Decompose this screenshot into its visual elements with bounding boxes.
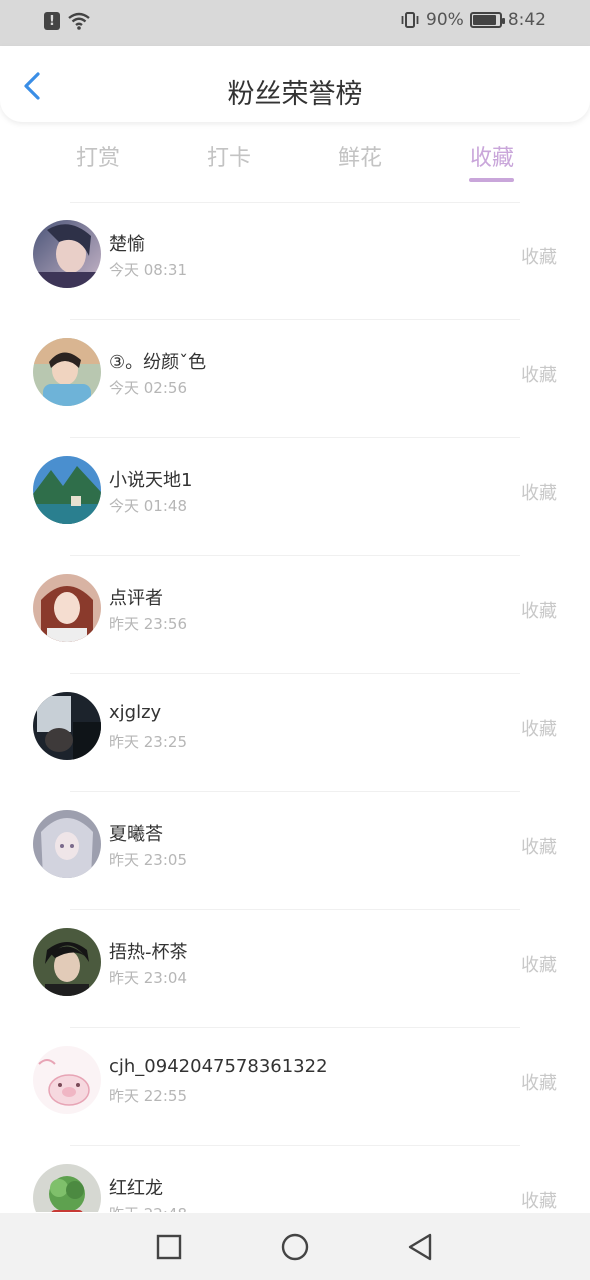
avatar [33,692,101,760]
avatar [33,456,101,524]
fan-name: 点评者 [109,588,163,609]
avatar-image [33,220,101,288]
avatar [33,574,101,642]
battery-level [472,15,497,25]
avatar [33,1046,101,1114]
home-button[interactable] [281,1233,309,1261]
fan-time: 昨天 22:48 [109,1203,187,1212]
fan-time: 今天 02:56 [109,379,187,397]
fan-action-label: 收藏 [521,1191,557,1212]
fan-time: 昨天 23:25 [109,733,187,751]
avatar [33,220,101,288]
list-item[interactable]: cjh_0942047578361322 昨天 22:55 收藏 [0,1028,590,1146]
avatar-image [33,338,101,406]
avatar-image [33,692,101,760]
fan-action-label: 收藏 [521,1073,557,1094]
fan-action-label: 收藏 [521,955,557,976]
list-item[interactable]: 夏曦荅 昨天 23:05 收藏 [0,792,590,910]
battery-percent: 90% [426,10,464,30]
list-item[interactable]: 楚愉 今天 08:31 收藏 [0,202,590,320]
fan-time: 昨天 22:55 [109,1087,187,1105]
triangle-back-icon [408,1233,432,1261]
status-left: ! [44,12,90,30]
fan-time: 昨天 23:56 [109,615,187,633]
fan-name: 夏曦荅 [109,824,163,845]
wifi-icon [68,12,90,30]
fan-time: 今天 08:31 [109,261,187,279]
avatar-image [33,1164,101,1212]
recents-button[interactable] [155,1233,183,1261]
system-back-button[interactable] [406,1233,434,1261]
list-item[interactable]: xjglzy 昨天 23:25 收藏 [0,674,590,792]
tab-reward[interactable]: 打赏 [58,140,138,172]
alert-icon: ! [44,12,60,30]
clock: 8:42 [507,10,546,30]
status-bar: ! 90% 8:42 [0,0,590,46]
avatar [33,928,101,996]
app-header: 粉丝荣誉榜 [0,46,590,122]
avatar [33,1164,101,1212]
fan-action-label: 收藏 [521,365,557,386]
tab-checkin[interactable]: 打卡 [189,140,269,172]
active-tab-indicator [469,178,514,182]
square-recents-icon [156,1234,182,1260]
fan-name: 楚愉 [109,234,145,255]
fan-list: 楚愉 今天 08:31 收藏 ③。纷颜ˇ色 今天 02:56 收藏 小说天地1 … [0,202,590,1212]
battery-icon [469,12,505,28]
tab-bar: 打赏 打卡 鲜花 收藏 [0,130,590,200]
page-title: 粉丝荣誉榜 [227,79,363,110]
list-item[interactable]: 红红龙 昨天 22:48 收藏 [0,1146,590,1212]
fan-action-label: 收藏 [521,483,557,504]
fan-name: xjglzy [109,702,162,723]
list-item[interactable]: 点评者 昨天 23:56 收藏 [0,556,590,674]
fan-name: 红红龙 [109,1178,163,1199]
fan-name: ③。纷颜ˇ色 [109,352,207,373]
fan-action-label: 收藏 [521,719,557,740]
avatar-image [33,928,101,996]
fan-time: 昨天 23:05 [109,851,187,869]
list-item[interactable]: 捂热-杯茶 昨天 23:04 收藏 [0,910,590,1028]
system-nav-bar [0,1213,590,1280]
fan-action-label: 收藏 [521,601,557,622]
fan-time: 今天 01:48 [109,497,187,515]
tab-flowers[interactable]: 鲜花 [320,140,400,172]
status-right: 90% 8:42 [400,10,546,30]
fan-name: 小说天地1 [109,470,193,491]
avatar-image [33,810,101,878]
circle-home-icon [281,1233,309,1261]
avatar-image [33,574,101,642]
fan-name: 捂热-杯茶 [109,942,188,963]
avatar [33,338,101,406]
avatar-image [33,456,101,524]
fan-name: cjh_0942047578361322 [109,1056,328,1077]
fan-time: 昨天 23:04 [109,969,187,987]
vibrate-icon [401,12,419,28]
fan-action-label: 收藏 [521,247,557,268]
avatar [33,810,101,878]
list-item[interactable]: ③。纷颜ˇ色 今天 02:56 收藏 [0,320,590,438]
tab-favorites[interactable]: 收藏 [452,140,532,172]
list-item[interactable]: 小说天地1 今天 01:48 收藏 [0,438,590,556]
avatar-image [33,1046,101,1114]
fan-action-label: 收藏 [521,837,557,858]
